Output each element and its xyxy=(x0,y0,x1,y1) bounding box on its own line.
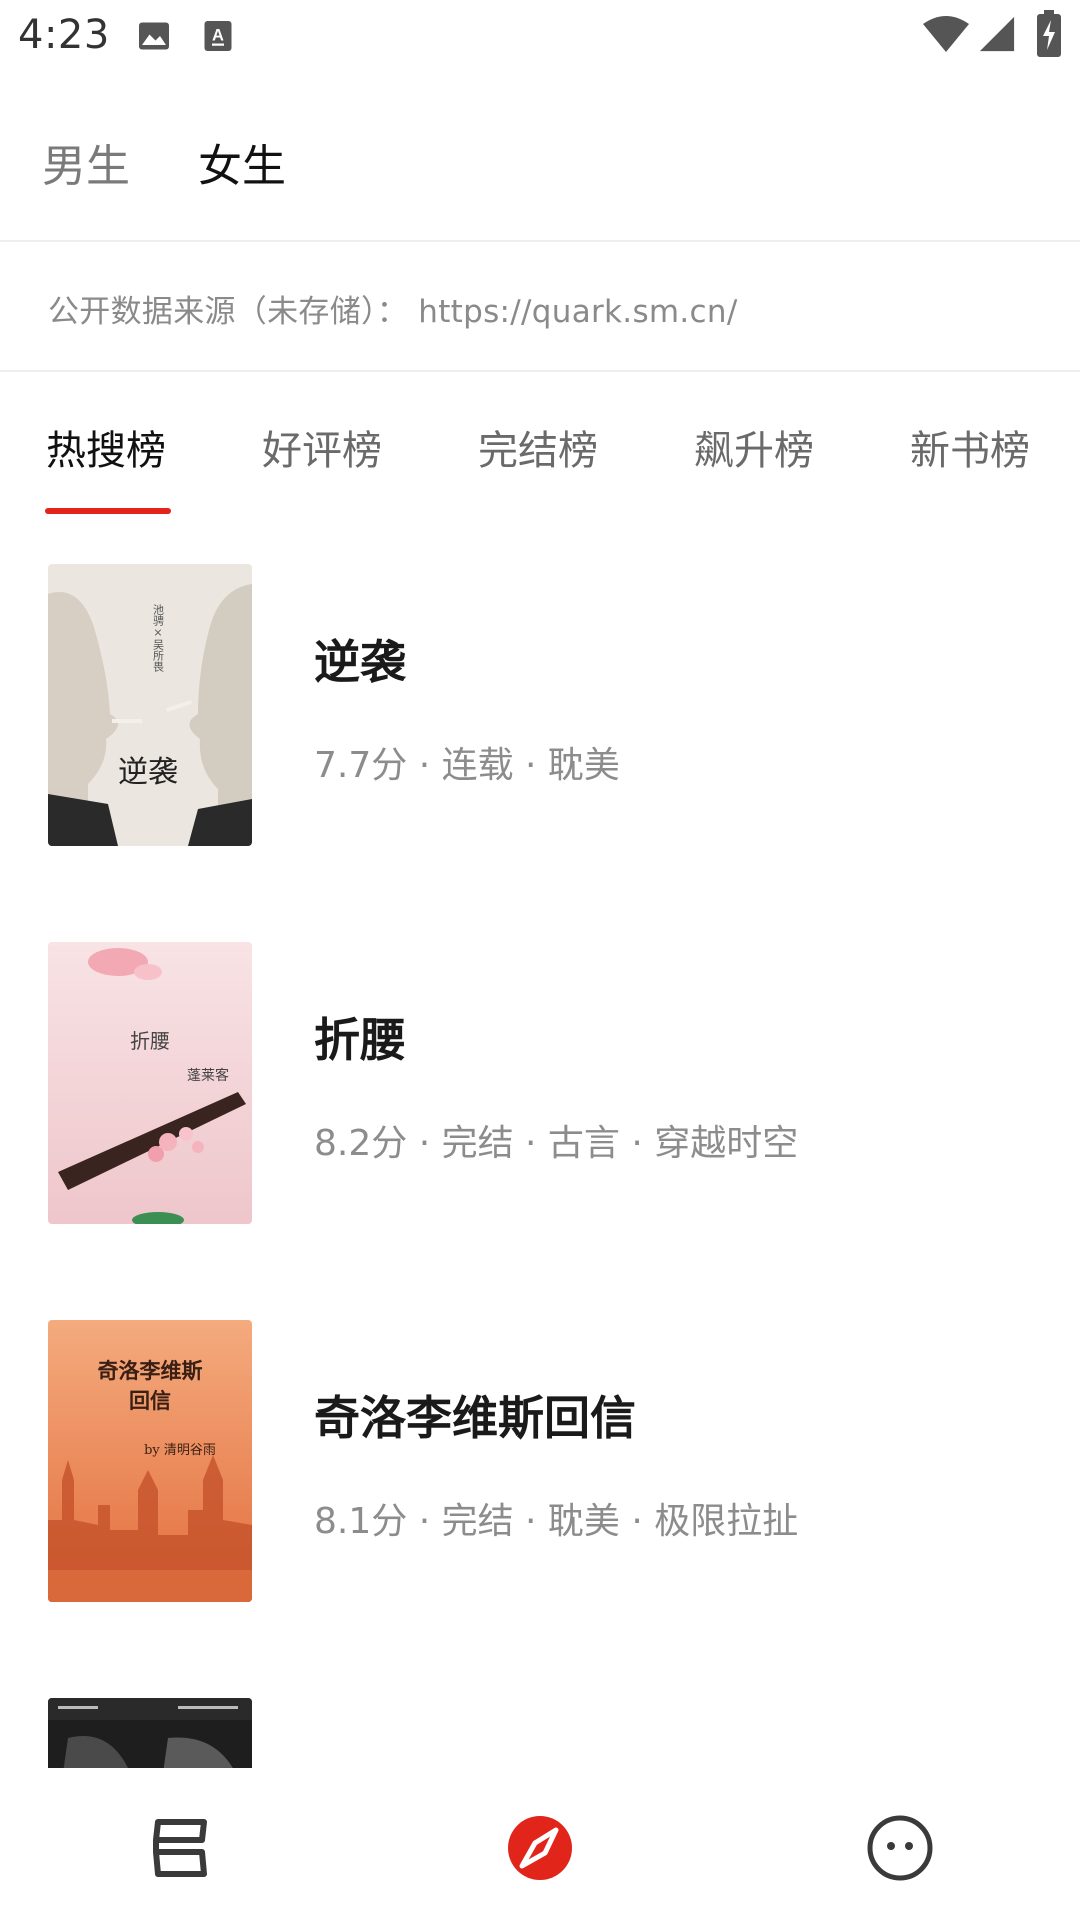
bookshelf-icon[interactable] xyxy=(140,1808,220,1888)
profile-face-icon[interactable] xyxy=(860,1808,940,1888)
book-cover[interactable] xyxy=(48,1698,252,1768)
divider xyxy=(0,240,1080,242)
tab-hot-search[interactable]: 热搜榜 xyxy=(46,418,166,476)
book-list[interactable]: 逆袭 池骋×吴所畏 逆袭 7.7分 · 连载 · 耽美 折腰 蓬莱客 折腰 8.… xyxy=(0,564,1080,1768)
tab-female[interactable]: 女生 xyxy=(198,130,286,194)
status-bar: 4:23 A xyxy=(0,0,1080,76)
wifi-icon xyxy=(923,16,969,52)
book-title[interactable]: 折腰 xyxy=(314,1004,406,1070)
book-title[interactable]: 奇洛李维斯回信 xyxy=(314,1382,636,1448)
cover-title-line2: 回信 xyxy=(129,1388,171,1413)
book-item[interactable]: 折腰 蓬莱客 折腰 8.2分 · 完结 · 古言 · 穿越时空 xyxy=(0,942,1080,1224)
active-tab-indicator xyxy=(45,508,171,514)
book-cover[interactable]: 折腰 蓬莱客 xyxy=(48,942,252,1224)
battery-charging-icon xyxy=(1037,10,1061,57)
discover-compass-icon[interactable] xyxy=(500,1808,580,1888)
svg-text:A: A xyxy=(212,27,224,45)
book-item[interactable]: 奇洛李维斯 回信 by 清明谷雨 奇洛李维斯回信 8.1分 · 完结 · 耽美 … xyxy=(0,1320,1080,1602)
gender-tabs: 男生 女生 xyxy=(0,96,1080,240)
book-item[interactable]: 逆袭 池骋×吴所畏 逆袭 7.7分 · 连载 · 耽美 xyxy=(0,564,1080,846)
ranking-tabs: 热搜榜 好评榜 完结榜 飙升榜 新书榜 xyxy=(0,372,1080,532)
book-cover[interactable]: 奇洛李维斯 回信 by 清明谷雨 xyxy=(48,1320,252,1602)
cover-title: 逆袭 xyxy=(118,755,178,790)
tab-rising[interactable]: 飙升榜 xyxy=(694,418,814,476)
font-download-icon: A xyxy=(204,21,232,51)
cover-author: by 清明谷雨 xyxy=(144,1443,216,1458)
book-cover[interactable]: 逆袭 池骋×吴所畏 xyxy=(48,564,252,846)
signal-icon xyxy=(979,16,1015,52)
book-meta: 8.2分 · 完结 · 古言 · 穿越时空 xyxy=(314,1123,799,1164)
cover-subtitle: 池骋×吴所畏 xyxy=(152,604,165,673)
tab-male[interactable]: 男生 xyxy=(42,130,130,194)
tab-completed[interactable]: 完结榜 xyxy=(478,418,598,476)
book-item[interactable] xyxy=(0,1698,1080,1768)
bottom-nav xyxy=(0,1768,1080,1920)
data-source-note: 公开数据来源（未存储）： https://quark.sm.cn/ xyxy=(48,294,738,330)
cover-author: 蓬莱客 xyxy=(187,1067,229,1084)
cover-title: 折腰 xyxy=(130,1029,170,1053)
tab-new-books[interactable]: 新书榜 xyxy=(910,418,1030,476)
image-icon xyxy=(139,22,169,50)
book-title[interactable]: 逆袭 xyxy=(314,626,406,692)
cover-title: 奇洛李维斯 xyxy=(98,1358,203,1383)
book-meta: 8.1分 · 完结 · 耽美 · 极限拉扯 xyxy=(314,1501,799,1542)
book-meta: 7.7分 · 连载 · 耽美 xyxy=(314,745,620,786)
tab-top-rated[interactable]: 好评榜 xyxy=(262,418,382,476)
status-time: 4:23 xyxy=(18,12,110,58)
